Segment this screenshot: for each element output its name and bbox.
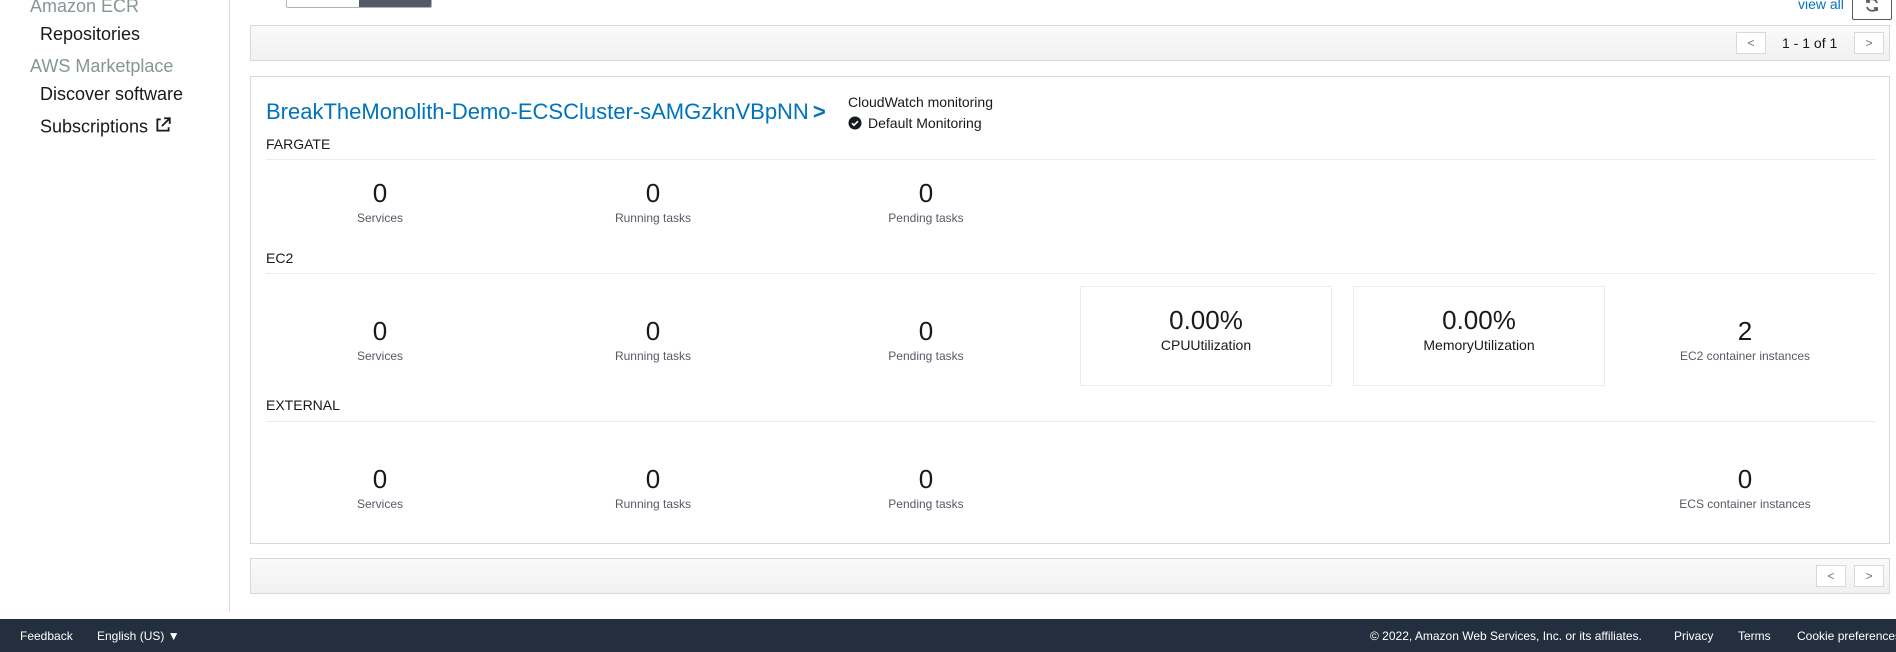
- ecs-container-instances-metric: 0 ECS container instances: [1635, 464, 1855, 511]
- cpu-utilization-value: 0.00%: [1169, 305, 1243, 335]
- divider: [266, 421, 1876, 422]
- cluster-name-link[interactable]: BreakTheMonolith-Demo-ECSCluster-sAMGzkn…: [266, 99, 826, 125]
- refresh-icon: [1864, 0, 1880, 18]
- list-view-button[interactable]: [287, 0, 359, 7]
- feedback-link[interactable]: Feedback: [20, 629, 73, 643]
- check-circle-icon: [848, 116, 862, 130]
- terms-link[interactable]: Terms: [1738, 629, 1771, 643]
- metric-value: 0: [645, 316, 661, 346]
- next-page-button[interactable]: >: [1854, 32, 1884, 54]
- section-label-external: EXTERNAL: [266, 397, 340, 413]
- metric-value: 0: [918, 464, 934, 494]
- footer: Feedback English (US) ▼ © 2022, Amazon W…: [0, 619, 1896, 652]
- metric-label: EC2 container instances: [1679, 349, 1811, 363]
- metric-value: 0: [372, 316, 388, 346]
- prev-page-button[interactable]: <: [1816, 565, 1846, 587]
- cluster-card: BreakTheMonolith-Demo-ECSCluster-sAMGzkn…: [250, 76, 1890, 544]
- prev-page-button[interactable]: <: [1736, 32, 1766, 54]
- ec2-pending-tasks-metric: 0 Pending tasks: [816, 316, 1036, 363]
- card-view-button[interactable]: [359, 0, 431, 7]
- metric-label: Pending tasks: [888, 497, 964, 511]
- metric-value: 2: [1737, 316, 1753, 346]
- divider: [266, 273, 1876, 274]
- metric-label: Running tasks: [614, 211, 692, 225]
- metric-label: Services: [356, 497, 403, 511]
- sidebar-item-label: Subscriptions: [40, 116, 149, 137]
- metric-value: 0: [645, 178, 661, 208]
- fargate-running-tasks-metric: 0 Running tasks: [543, 178, 763, 225]
- metric-label: Services: [356, 349, 403, 363]
- pagination-text: 1 - 1 of 1: [1782, 35, 1838, 51]
- privacy-link[interactable]: Privacy: [1674, 629, 1713, 643]
- fargate-services-metric: 0 Services: [270, 178, 490, 225]
- external-pending-tasks-metric: 0 Pending tasks: [816, 464, 1036, 511]
- sidebar: Amazon ECR Repositories AWS Marketplace …: [0, 0, 230, 612]
- section-label-ec2: EC2: [266, 250, 294, 266]
- sidebar-item-discover-software[interactable]: Discover software: [40, 84, 183, 105]
- ec2-services-metric: 0 Services: [270, 316, 490, 363]
- cluster-name: BreakTheMonolith-Demo-ECSCluster-sAMGzkn…: [266, 99, 809, 124]
- metric-value: 0: [918, 178, 934, 208]
- ec2-running-tasks-metric: 0 Running tasks: [543, 316, 763, 363]
- sidebar-section-marketplace: AWS Marketplace: [30, 56, 174, 76]
- metric-label: Pending tasks: [888, 211, 964, 225]
- cpu-utilization-box: 0.00% CPUUtilization: [1080, 286, 1332, 386]
- chevron-right-icon: >: [812, 99, 826, 124]
- refresh-button[interactable]: [1852, 0, 1892, 20]
- cookie-preferences-link[interactable]: Cookie preferences: [1797, 629, 1896, 643]
- top-pagination-bar: < 1 - 1 of 1 >: [250, 25, 1890, 61]
- memory-utilization-label: MemoryUtilization: [1423, 337, 1535, 353]
- metric-label: Running tasks: [614, 497, 692, 511]
- metric-label: Services: [356, 211, 403, 225]
- monitoring-status-text: Default Monitoring: [868, 115, 982, 131]
- sidebar-item-subscriptions[interactable]: Subscriptions: [40, 116, 172, 139]
- external-services-metric: 0 Services: [270, 464, 490, 511]
- copyright-text: © 2022, Amazon Web Services, Inc. or its…: [1370, 629, 1642, 643]
- ec2-container-instances-metric: 2 EC2 container instances: [1635, 316, 1855, 363]
- monitoring-status: Default Monitoring: [848, 115, 982, 131]
- bottom-pagination-bar: < >: [250, 558, 1890, 594]
- view-all-link[interactable]: view all: [1798, 0, 1844, 12]
- metric-label: Pending tasks: [888, 349, 964, 363]
- external-link-icon: [154, 116, 172, 139]
- language-selector[interactable]: English (US) ▼: [97, 629, 180, 643]
- view-toggle: [286, 0, 432, 8]
- fargate-pending-tasks-metric: 0 Pending tasks: [816, 178, 1036, 225]
- metric-value: 0: [645, 464, 661, 494]
- cloudwatch-monitoring-title: CloudWatch monitoring: [848, 94, 993, 110]
- metric-value: 0: [918, 316, 934, 346]
- external-running-tasks-metric: 0 Running tasks: [543, 464, 763, 511]
- metric-value: 0: [1737, 464, 1753, 494]
- memory-utilization-value: 0.00%: [1442, 305, 1516, 335]
- section-label-fargate: FARGATE: [266, 136, 331, 152]
- divider: [266, 159, 1876, 160]
- metric-label: ECS container instances: [1679, 497, 1811, 511]
- metric-value: 0: [372, 178, 388, 208]
- next-page-button[interactable]: >: [1854, 565, 1884, 587]
- metric-value: 0: [372, 464, 388, 494]
- sidebar-section-ecr: Amazon ECR: [30, 0, 140, 16]
- cpu-utilization-label: CPUUtilization: [1160, 337, 1252, 353]
- sidebar-item-repositories[interactable]: Repositories: [40, 24, 140, 45]
- memory-utilization-box: 0.00% MemoryUtilization: [1353, 286, 1605, 386]
- metric-label: Running tasks: [614, 349, 692, 363]
